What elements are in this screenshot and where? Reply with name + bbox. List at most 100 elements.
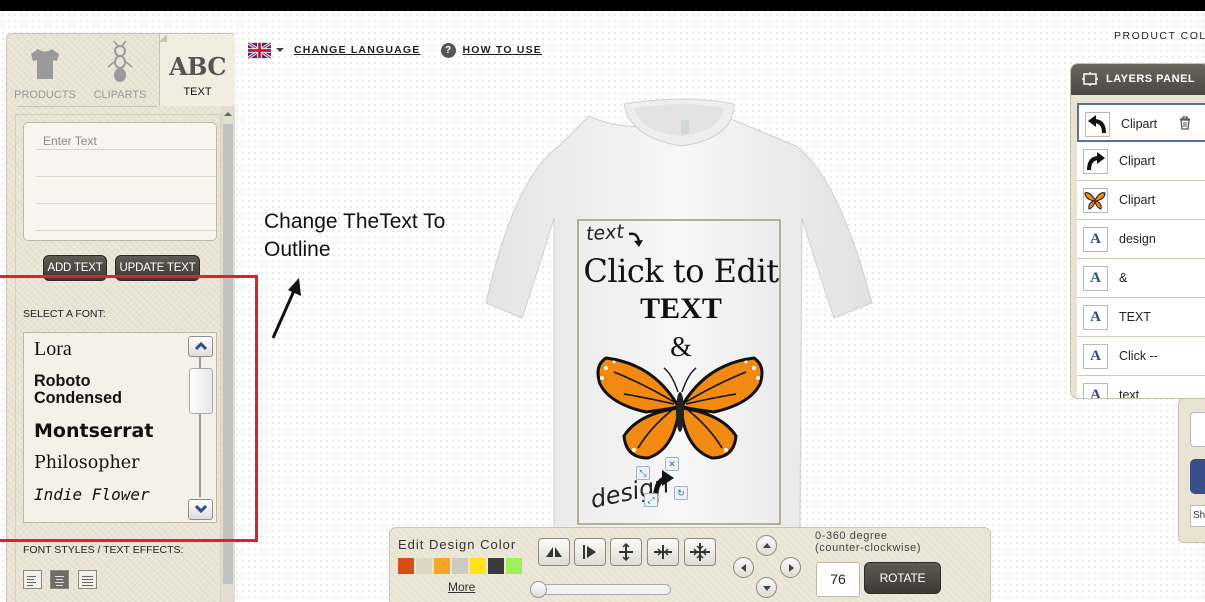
rotate-handle-icon[interactable]: ↻ bbox=[674, 486, 688, 500]
how-to-use-link[interactable]: HOW TO USE bbox=[463, 44, 542, 56]
align-center-both-icon bbox=[690, 543, 710, 561]
arrow-right-icon bbox=[789, 564, 794, 572]
text-layer-icon: A bbox=[1083, 305, 1108, 330]
font-styles-label: FONT STYLES / TEXT EFFECTS: bbox=[23, 544, 184, 556]
align-left-button[interactable] bbox=[23, 570, 42, 589]
edit-design-toolbar: Edit Design Color More 0-360 degree (cou… bbox=[389, 527, 991, 602]
resize-handle-icon[interactable]: ⤡ bbox=[636, 466, 650, 480]
help-question-icon[interactable]: ? bbox=[440, 42, 456, 58]
center-horizontal-button[interactable] bbox=[647, 538, 679, 566]
layer-row[interactable]: Clipart bbox=[1077, 181, 1205, 220]
arrow-up-icon bbox=[763, 543, 771, 548]
tab-products-label: PRODUCTS bbox=[14, 89, 76, 101]
redo-arrow-icon bbox=[1083, 149, 1108, 174]
layer-row[interactable]: Clipart bbox=[1077, 103, 1205, 142]
flip-vertical-button[interactable] bbox=[574, 538, 606, 566]
design-text-small[interactable]: text bbox=[585, 221, 624, 246]
tab-text[interactable]: ABC TEXT bbox=[159, 34, 235, 106]
color-swatch[interactable] bbox=[470, 558, 486, 574]
layer-row[interactable]: A Click -- bbox=[1077, 337, 1205, 376]
color-swatch[interactable] bbox=[452, 558, 468, 574]
input-rule bbox=[36, 149, 216, 150]
layers-panel-title: LAYERS PANEL bbox=[1106, 73, 1196, 85]
annotation-highlight-box bbox=[0, 275, 258, 542]
ant-clipart-icon bbox=[107, 40, 133, 82]
tab-divider bbox=[17, 106, 157, 107]
flip-vertical-icon bbox=[583, 545, 596, 559]
scroll-up-arrow-icon[interactable] bbox=[224, 112, 232, 116]
layers-panel: LAYERS PANEL Clipart Clipart Clipart A d… bbox=[1070, 63, 1205, 399]
design-text-bold[interactable]: TEXT bbox=[583, 292, 779, 326]
trash-icon[interactable] bbox=[1179, 116, 1191, 130]
text-layer-icon: A bbox=[1083, 344, 1108, 369]
product-color-label: PRODUCT COLO bbox=[1114, 30, 1205, 42]
more-colors-link[interactable]: More bbox=[448, 580, 475, 594]
layer-name: Clipart bbox=[1119, 193, 1156, 207]
curved-arrow-icon bbox=[628, 232, 643, 247]
text-layer-icon: A bbox=[1083, 266, 1108, 291]
butterfly-icon bbox=[1083, 188, 1108, 213]
layers-panel-header[interactable]: LAYERS PANEL bbox=[1071, 64, 1205, 95]
move-up-button[interactable] bbox=[756, 535, 777, 556]
slider-knob[interactable] bbox=[530, 581, 547, 598]
move-right-button[interactable] bbox=[780, 557, 801, 578]
right-button-fragment[interactable] bbox=[1190, 459, 1205, 494]
rotation-hint-line-1: 0-360 degree bbox=[815, 530, 888, 542]
align-justify-button[interactable] bbox=[77, 570, 97, 589]
input-rule bbox=[36, 176, 216, 177]
top-link-bar: CHANGE LANGUAGE ? HOW TO USE bbox=[248, 40, 542, 60]
flip-horizontal-icon bbox=[546, 547, 562, 557]
enter-text-placeholder: Enter Text bbox=[43, 134, 97, 148]
abc-text-icon: ABC bbox=[169, 52, 226, 81]
design-text-headline[interactable]: Click to Edit bbox=[583, 252, 779, 290]
layer-list: Clipart Clipart Clipart A design A & A T… bbox=[1077, 103, 1205, 399]
right-select-fragment[interactable]: Sh bbox=[1190, 505, 1205, 527]
delete-handle-icon[interactable]: ✕ bbox=[665, 457, 679, 471]
rotate-button[interactable]: ROTATE bbox=[864, 562, 941, 594]
color-swatch[interactable] bbox=[416, 558, 432, 574]
layer-row[interactable]: A design bbox=[1077, 220, 1205, 259]
tab-text-label: TEXT bbox=[183, 86, 212, 98]
align-vertical-center-icon bbox=[619, 543, 633, 561]
text-align-group bbox=[23, 570, 101, 589]
arrow-down-icon bbox=[763, 586, 771, 591]
annotation-line-2: Outline bbox=[264, 238, 331, 261]
layers-move-icon bbox=[1082, 72, 1098, 86]
layer-name: Clipart bbox=[1119, 154, 1156, 168]
language-caret-icon[interactable] bbox=[276, 48, 284, 52]
center-vertical-button[interactable] bbox=[610, 538, 642, 566]
layer-row[interactable]: A text bbox=[1077, 376, 1205, 399]
text-layer-icon: A bbox=[1083, 227, 1108, 252]
enter-text-field[interactable]: Enter Text bbox=[23, 122, 217, 241]
right-input-fragment[interactable] bbox=[1190, 412, 1205, 447]
color-swatch[interactable] bbox=[398, 558, 414, 574]
layer-name: Click -- bbox=[1119, 349, 1158, 363]
rotation-degree-input[interactable]: 76 bbox=[816, 562, 860, 597]
top-black-bar bbox=[0, 0, 1205, 11]
uk-flag-icon[interactable] bbox=[248, 41, 271, 59]
color-swatch[interactable] bbox=[506, 558, 522, 574]
align-center-button[interactable] bbox=[50, 570, 70, 589]
arrow-left-icon bbox=[741, 564, 746, 572]
input-rule bbox=[36, 203, 216, 204]
opacity-slider[interactable] bbox=[530, 581, 671, 598]
annotation-arrow-icon bbox=[271, 278, 301, 339]
flip-horizontal-button[interactable] bbox=[538, 538, 570, 566]
move-left-button[interactable] bbox=[733, 557, 754, 578]
layer-row[interactable]: A TEXT bbox=[1077, 298, 1205, 337]
layer-row[interactable]: A & bbox=[1077, 259, 1205, 298]
tab-products[interactable]: PRODUCTS bbox=[9, 42, 81, 104]
layer-row[interactable]: Clipart bbox=[1077, 142, 1205, 181]
change-language-link[interactable]: CHANGE LANGUAGE bbox=[294, 44, 421, 56]
scale-handle-icon[interactable]: ⤢ bbox=[644, 493, 658, 507]
layer-name: & bbox=[1119, 271, 1128, 285]
rotation-hint: 0-360 degree (counter-clockwise) bbox=[815, 530, 921, 554]
color-swatch[interactable] bbox=[434, 558, 450, 574]
center-both-button[interactable] bbox=[684, 538, 716, 566]
move-down-button[interactable] bbox=[756, 577, 777, 598]
layer-name: text bbox=[1119, 388, 1140, 399]
tutorial-annotation: Change TheText To Outline bbox=[264, 208, 445, 264]
tab-cliparts[interactable]: CLIPARTS bbox=[83, 40, 157, 104]
butterfly-clipart[interactable] bbox=[594, 354, 766, 464]
color-swatch[interactable] bbox=[488, 558, 504, 574]
